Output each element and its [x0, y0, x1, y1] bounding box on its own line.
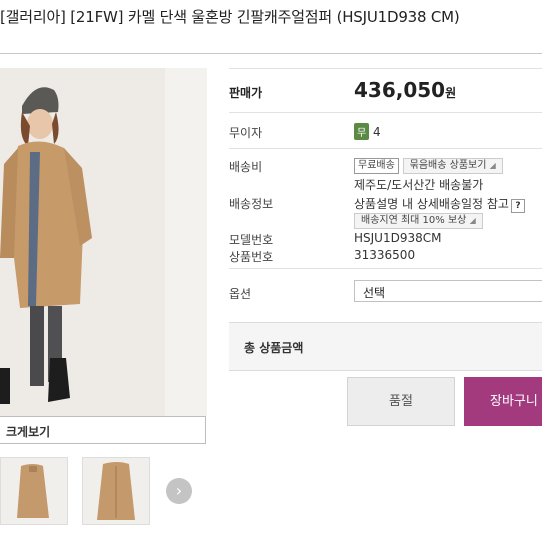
interest-free-badge: 무: [354, 123, 370, 140]
divider: [229, 148, 542, 149]
option-label: 옵션: [229, 287, 252, 301]
next-thumbnail-icon[interactable]: ›: [166, 478, 192, 504]
interest-info[interactable]: 무 4: [354, 123, 381, 140]
total-price-box: 총 상품금액: [229, 322, 542, 371]
model-label: 모델번호: [229, 233, 274, 247]
shipping-info-text: 상품설명 내 상세배송일정 참고: [354, 197, 509, 211]
option-select[interactable]: 선택: [354, 280, 542, 302]
price-unit: 원: [445, 86, 457, 100]
bundle-shipping-button[interactable]: 묶음배송 상품보기 ◢: [402, 158, 503, 174]
divider: [229, 112, 542, 113]
shipping-fee-label: 배송비: [229, 160, 263, 174]
product-title: [갤러리아] [21FW] 카멜 단색 울혼방 긴팔캐주얼점퍼 (HSJU1D9…: [0, 8, 460, 26]
shipping-info-value: 상품설명 내 상세배송일정 참고?: [354, 195, 525, 213]
island-notice: 제주도/도서산간 배송불가: [354, 178, 484, 192]
divider: [229, 68, 542, 69]
product-no-label: 상품번호: [229, 250, 274, 264]
price-label: 판매가: [229, 86, 263, 100]
delay-compensation-label: 배송지연 최대 10% 보상: [361, 215, 467, 226]
bundle-shipping-label: 묶음배송 상품보기: [409, 160, 487, 171]
product-no-value: 31336500: [354, 248, 416, 262]
thumbnail-2[interactable]: [82, 457, 150, 525]
shipping-info-label: 배송정보: [229, 197, 274, 211]
zoom-button[interactable]: 크게보기: [0, 416, 206, 444]
model-value: HSJU1D938CM: [354, 231, 442, 245]
price-value: 436,050원: [354, 78, 456, 102]
thumbnail-1[interactable]: [0, 457, 68, 525]
shipping-fee-value: 무료배송 묶음배송 상품보기 ◢: [354, 157, 503, 174]
divider: [0, 53, 542, 54]
cart-button[interactable]: 장바구니: [464, 377, 542, 426]
corner-arrow-icon: ◢: [469, 216, 476, 225]
delay-compensation-button[interactable]: 배송지연 최대 10% 보상 ◢: [354, 213, 483, 229]
help-icon[interactable]: ?: [510, 199, 525, 213]
delay-comp-row: 배송지연 최대 10% 보상 ◢: [354, 212, 483, 229]
corner-arrow-icon: ◢: [489, 161, 496, 170]
interest-label: 무이자: [229, 126, 263, 140]
interest-months: 4: [373, 125, 381, 139]
total-label: 총 상품금액: [244, 341, 304, 355]
divider: [229, 268, 542, 269]
product-main-image[interactable]: [0, 68, 207, 416]
price-amount: 436,050: [354, 78, 446, 102]
soldout-button[interactable]: 품절: [347, 377, 455, 426]
free-shipping-tag: 무료배송: [354, 158, 399, 174]
